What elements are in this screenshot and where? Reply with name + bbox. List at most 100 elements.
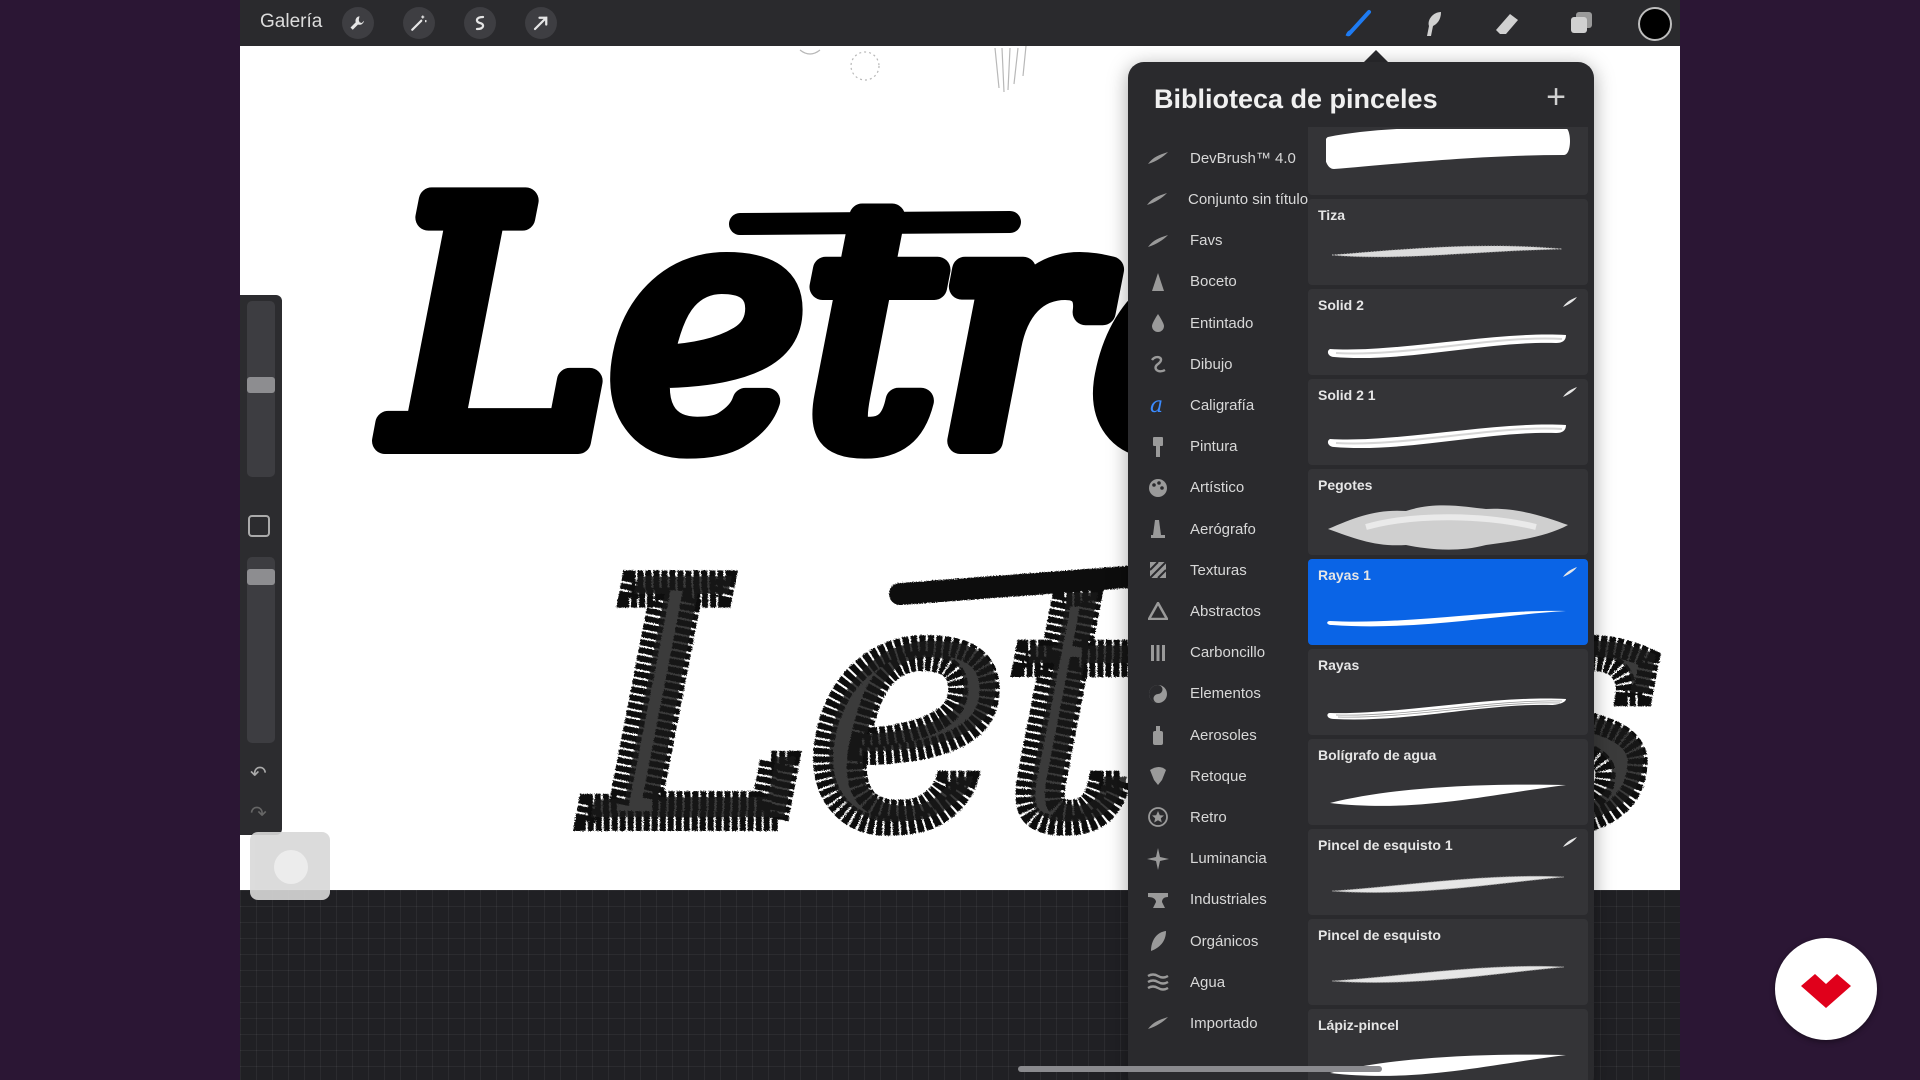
brush-set-item[interactable]: Industriales bbox=[1128, 881, 1308, 919]
triangle-icon bbox=[1146, 599, 1170, 623]
brush-card[interactable]: Tiza bbox=[1308, 199, 1588, 285]
brush-set-item[interactable]: Artístico bbox=[1128, 469, 1308, 507]
imported-brush-badge-icon bbox=[1562, 295, 1578, 307]
modify-button[interactable] bbox=[248, 515, 270, 537]
add-brush-button[interactable]: + bbox=[1538, 80, 1574, 116]
imported-brush-badge-icon bbox=[1562, 385, 1578, 397]
brush-set-item[interactable]: Orgánicos bbox=[1128, 922, 1308, 960]
texture-icon bbox=[1146, 558, 1170, 582]
brush-name: Bolígrafo de agua bbox=[1318, 747, 1437, 763]
gallery-button[interactable]: Galería bbox=[260, 11, 322, 33]
brush-card[interactable]: Pincel de esquisto bbox=[1308, 919, 1588, 1005]
brush-set-item[interactable]: Elementos bbox=[1128, 675, 1308, 713]
brush-card[interactable]: Pegotes bbox=[1308, 469, 1588, 555]
arrow-icon[interactable] bbox=[525, 7, 557, 39]
brush-set-label: Caligrafía bbox=[1190, 396, 1255, 414]
brush-stroke-preview bbox=[1326, 1043, 1570, 1080]
paintbrush-icon bbox=[1146, 435, 1170, 459]
brush-set-label: Retoque bbox=[1190, 767, 1247, 785]
brush-set-item[interactable]: Entintado bbox=[1128, 304, 1308, 342]
star-badge-icon bbox=[1146, 805, 1170, 829]
brush-set-item[interactable]: Retoque bbox=[1128, 757, 1308, 795]
brush-set-item[interactable]: Favs bbox=[1128, 222, 1308, 260]
brush-set-label: Texturas bbox=[1190, 561, 1247, 579]
brush-card[interactable] bbox=[1308, 127, 1588, 195]
brush-set-icon bbox=[1146, 127, 1168, 129]
smudge-icon[interactable] bbox=[1416, 7, 1450, 39]
opacity-slider[interactable] bbox=[247, 557, 275, 743]
brush-set-item[interactable]: Conjunto sin título bbox=[1128, 127, 1308, 136]
brush-name: Pegotes bbox=[1318, 477, 1373, 493]
spray-can-icon bbox=[1146, 723, 1170, 747]
brush-card[interactable]: Pincel de esquisto 1 bbox=[1308, 829, 1588, 915]
brush-size-knob[interactable] bbox=[247, 377, 275, 393]
yin-yang-icon bbox=[1146, 682, 1170, 706]
brush-set-label: Importado bbox=[1190, 1014, 1258, 1032]
brush-set-item[interactable]: a Caligrafía bbox=[1128, 386, 1308, 424]
brush-name: Rayas bbox=[1318, 657, 1360, 673]
brush-card[interactable]: Bolígrafo de agua bbox=[1308, 739, 1588, 825]
brush-card-selected[interactable]: Rayas 1 bbox=[1308, 559, 1588, 645]
brush-card[interactable]: Solid 2 1 bbox=[1308, 379, 1588, 465]
eraser-icon[interactable] bbox=[1490, 7, 1524, 39]
redo-icon[interactable]: ↷ bbox=[250, 801, 267, 826]
left-sidebar: ↶ ↷ bbox=[240, 295, 282, 835]
brush-set-item[interactable]: Pintura bbox=[1128, 428, 1308, 466]
brush-set-item[interactable]: Agua bbox=[1128, 963, 1308, 1001]
brush-set-item[interactable]: Aerógrafo bbox=[1128, 510, 1308, 548]
brush-set-item[interactable]: Boceto bbox=[1128, 263, 1308, 301]
airbrush-icon bbox=[1146, 517, 1170, 541]
undo-icon[interactable]: ↶ bbox=[250, 761, 267, 786]
brush-set-icon bbox=[1146, 146, 1170, 170]
brush-set-label: Dibujo bbox=[1190, 355, 1233, 373]
brush-set-label: Industriales bbox=[1190, 891, 1267, 909]
floating-shape-button[interactable] bbox=[250, 832, 330, 900]
brush-set-label: Luminancia bbox=[1190, 850, 1267, 868]
retouch-icon bbox=[1146, 764, 1170, 788]
brush-set-list: Conjunto sin título DevBrush™ 4.0 Conjunto… bbox=[1128, 127, 1308, 1080]
brush-set-item[interactable]: Retro bbox=[1128, 798, 1308, 836]
home-indicator[interactable] bbox=[1018, 1066, 1382, 1072]
brush-stroke-preview bbox=[1326, 953, 1570, 997]
ink-drop-icon bbox=[1146, 311, 1170, 335]
svg-text:a: a bbox=[1150, 394, 1163, 416]
brush-set-item[interactable]: Dibujo bbox=[1128, 345, 1308, 383]
brush-name: Tiza bbox=[1318, 207, 1345, 223]
brush-stroke-preview bbox=[1326, 593, 1570, 637]
magic-wand-icon[interactable] bbox=[403, 7, 435, 39]
calligraphy-icon: a bbox=[1146, 393, 1170, 417]
brush-stroke-preview bbox=[1324, 127, 1570, 173]
brush-card[interactable]: Solid 2 bbox=[1308, 289, 1588, 375]
brush-set-item[interactable]: Importado bbox=[1128, 1004, 1308, 1042]
brush-name: Pincel de esquisto bbox=[1318, 927, 1441, 943]
brush-set-item[interactable]: Abstractos bbox=[1128, 592, 1308, 630]
brush-set-label: Carboncillo bbox=[1190, 644, 1266, 662]
brush-set-item[interactable]: Luminancia bbox=[1128, 840, 1308, 878]
layers-icon[interactable] bbox=[1564, 7, 1598, 39]
brush-set-item[interactable]: Conjunto sin título bbox=[1128, 180, 1308, 218]
brush-size-slider[interactable] bbox=[247, 301, 275, 477]
selection-icon[interactable] bbox=[464, 7, 496, 39]
opacity-knob[interactable] bbox=[247, 569, 275, 585]
brush-set-item[interactable]: Texturas bbox=[1128, 551, 1308, 589]
brush-set-item[interactable]: Carboncillo bbox=[1128, 634, 1308, 672]
brush-card[interactable]: Rayas bbox=[1308, 649, 1588, 735]
imported-brush-badge-icon bbox=[1562, 565, 1578, 577]
brush-list: Tiza Solid 2 Solid 2 1 Pegotes Rayas 1 Rayas B… bbox=[1308, 127, 1588, 1080]
brush-set-label: Elementos bbox=[1190, 685, 1261, 703]
brush-name: Pincel de esquisto 1 bbox=[1318, 837, 1453, 853]
wrench-icon[interactable] bbox=[342, 7, 374, 39]
brush-name: Rayas 1 bbox=[1318, 567, 1371, 583]
pencil-tip-icon bbox=[1146, 270, 1170, 294]
brush-set-label: Boceto bbox=[1190, 273, 1237, 291]
brush-icon[interactable] bbox=[1342, 7, 1376, 39]
charcoal-icon bbox=[1146, 641, 1170, 665]
brush-set-label: Favs bbox=[1190, 232, 1223, 250]
brush-set-item[interactable]: DevBrush™ 4.0 bbox=[1128, 139, 1308, 177]
brush-stroke-preview bbox=[1326, 323, 1570, 367]
palette-icon bbox=[1146, 476, 1170, 500]
brush-set-item[interactable]: Aerosoles bbox=[1128, 716, 1308, 754]
color-picker-swatch[interactable] bbox=[1638, 7, 1672, 41]
brush-set-label: Agua bbox=[1190, 973, 1226, 991]
t-crossbar bbox=[729, 211, 1021, 235]
